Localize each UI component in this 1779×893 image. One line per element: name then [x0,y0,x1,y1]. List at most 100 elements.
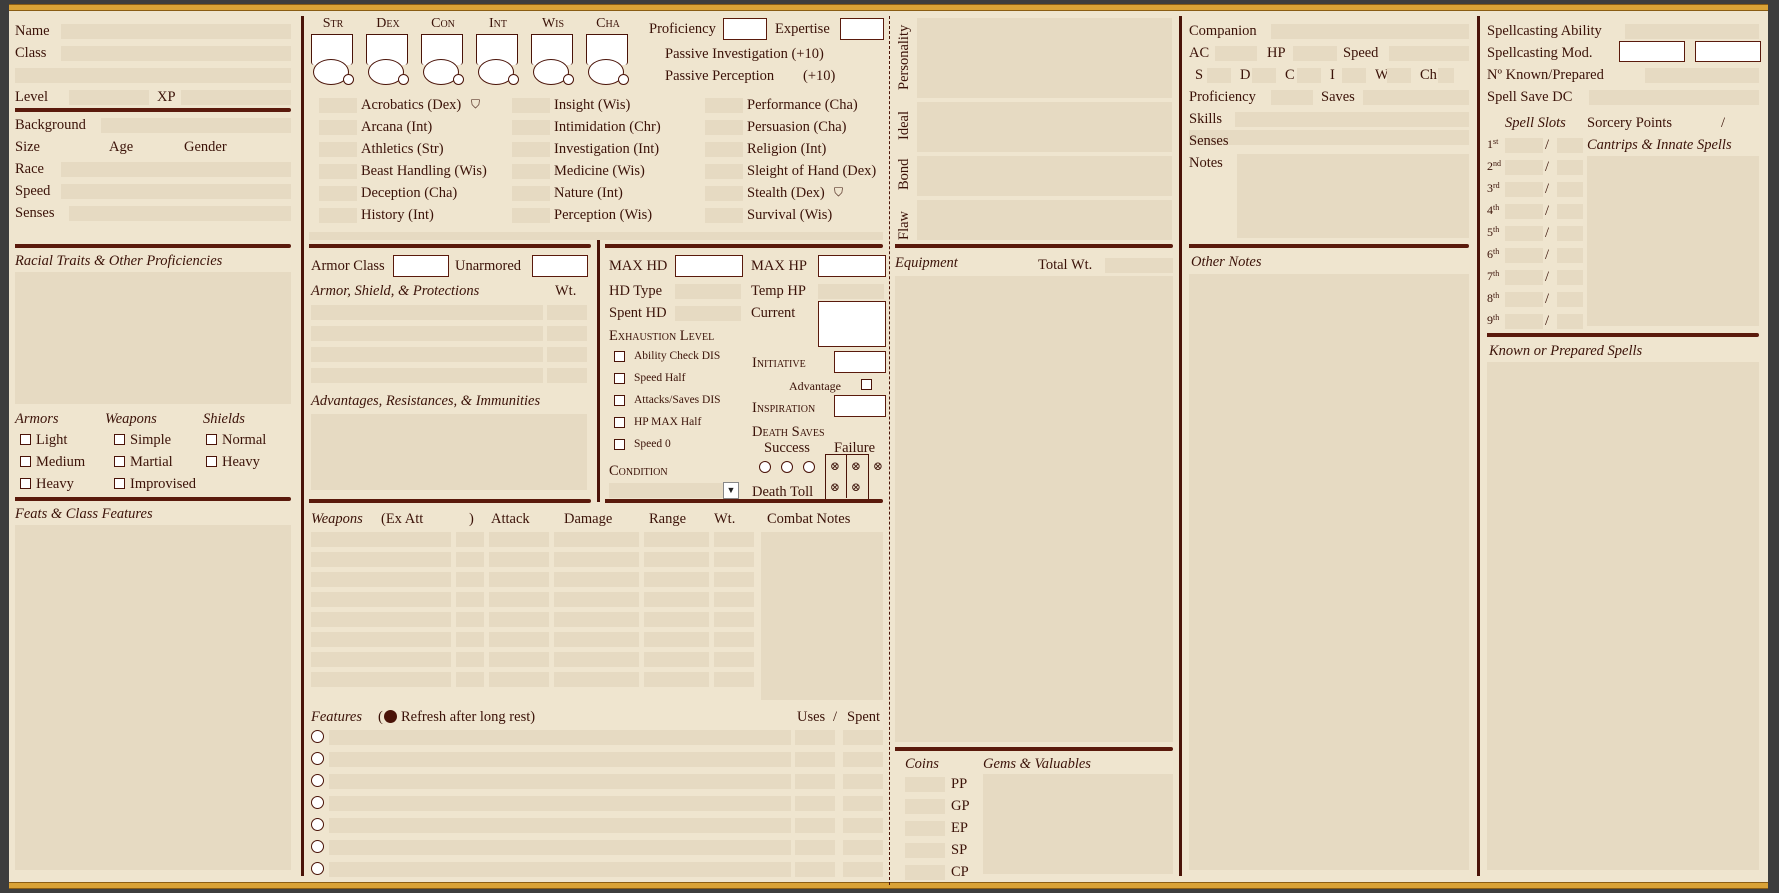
weapon-ex-att-field[interactable] [456,632,484,647]
weapon-damage-field[interactable] [554,592,639,607]
feature-spent-field[interactable] [843,774,883,789]
weapon-range-field[interactable] [644,652,709,667]
coin-field[interactable] [905,799,945,814]
feats-area[interactable] [15,525,291,870]
companion-stat-field[interactable] [1207,68,1231,83]
weapon-damage-field[interactable] [554,572,639,587]
skill-bonus-field[interactable] [319,142,357,157]
armor-light-checkbox[interactable] [20,434,31,445]
weapon-name-field[interactable] [311,552,451,567]
weapon-ex-att-field[interactable] [456,592,484,607]
feature-refresh-circle[interactable] [311,796,324,809]
weapon-damage-field[interactable] [554,652,639,667]
proficiency-input[interactable] [723,18,767,40]
weapon-damage-field[interactable] [554,632,639,647]
spell-slot-total[interactable] [1505,138,1543,153]
temp-hp-field[interactable] [818,284,884,299]
companion-skills-field[interactable] [1235,112,1469,127]
companion-stat-field[interactable] [1342,68,1366,83]
skill-bonus-field[interactable] [512,120,550,135]
weapon-wt-field[interactable] [714,672,754,687]
coin-field[interactable] [905,777,945,792]
feature-name-field[interactable] [329,730,791,745]
flaw-field[interactable] [917,200,1172,240]
feature-name-field[interactable] [329,752,791,767]
spellcasting-ability-field[interactable] [1625,24,1759,39]
ability-mod-circle[interactable] [563,74,574,85]
feature-spent-field[interactable] [843,840,883,855]
weapon-ex-att-field[interactable] [456,552,484,567]
advantages-area[interactable] [311,414,587,490]
race-field[interactable] [61,162,291,177]
spell-slot-total[interactable] [1505,248,1543,263]
skill-bonus-field[interactable] [705,164,743,179]
skill-bonus-field[interactable] [512,98,550,113]
weapon-wt-field[interactable] [714,592,754,607]
other-notes-area[interactable] [1189,274,1469,870]
weapon-attack-field[interactable] [489,532,549,547]
protection-wt[interactable] [547,368,587,383]
weapon-name-field[interactable] [311,672,451,687]
max-hd-input[interactable] [675,255,743,277]
weapon-attack-field[interactable] [489,632,549,647]
speed-field[interactable] [61,184,291,199]
weapon-wt-field[interactable] [714,652,754,667]
current-hp-input[interactable] [818,301,886,347]
death-toll-2[interactable]: ⊗ [850,481,862,493]
spell-save-dc-field[interactable] [1589,90,1759,105]
exhaustion-checkbox[interactable] [614,351,625,362]
weapon-ex-att-field[interactable] [456,532,484,547]
class-field-2[interactable] [15,68,291,83]
skill-bonus-field[interactable] [705,208,743,223]
coin-field[interactable] [905,865,945,880]
feature-name-field[interactable] [329,862,791,877]
weapon-name-field[interactable] [311,612,451,627]
background-field[interactable] [101,118,291,133]
spell-slot-spent[interactable] [1557,270,1583,285]
spell-slot-total[interactable] [1505,182,1543,197]
death-failure-2[interactable]: ⊗ [850,460,862,472]
shield-heavy-checkbox[interactable] [206,456,217,467]
companion-stat-field[interactable] [1438,68,1454,83]
feature-refresh-circle[interactable] [311,862,324,875]
unarmored-input[interactable] [532,255,588,277]
feature-spent-field[interactable] [843,752,883,767]
weapon-attack-field[interactable] [489,672,549,687]
ability-mod-circle[interactable] [508,74,519,85]
feature-refresh-circle[interactable] [311,840,324,853]
spell-slot-total[interactable] [1505,204,1543,219]
protection-row[interactable] [311,326,543,341]
skill-bonus-field[interactable] [512,186,550,201]
feature-name-field[interactable] [329,796,791,811]
weapon-range-field[interactable] [644,612,709,627]
weapon-wt-field[interactable] [714,552,754,567]
weapon-ex-att-field[interactable] [456,612,484,627]
weapon-name-field[interactable] [311,532,451,547]
skill-bonus-field[interactable] [705,120,743,135]
advantage-checkbox[interactable] [861,379,872,390]
protection-row[interactable] [311,305,543,320]
weapon-simple-checkbox[interactable] [114,434,125,445]
coin-field[interactable] [905,821,945,836]
class-field[interactable] [61,46,291,61]
death-toll-1[interactable]: ⊗ [829,481,841,493]
exhaustion-checkbox[interactable] [614,439,625,450]
feature-uses-field[interactable] [795,818,835,833]
death-success-3[interactable] [803,461,815,473]
companion-skills-field-2[interactable] [1189,130,1469,145]
shield-normal-checkbox[interactable] [206,434,217,445]
companion-ac-field[interactable] [1215,46,1257,61]
companion-stat-field[interactable] [1252,68,1276,83]
feature-uses-field[interactable] [795,730,835,745]
feature-uses-field[interactable] [795,840,835,855]
cantrips-area[interactable] [1587,156,1759,326]
skill-bonus-field[interactable] [705,186,743,201]
ability-mod-circle[interactable] [618,74,629,85]
spell-slot-spent[interactable] [1557,226,1583,241]
gems-area[interactable] [983,774,1173,874]
feature-name-field[interactable] [329,818,791,833]
weapon-name-field[interactable] [311,632,451,647]
spell-slot-spent[interactable] [1557,204,1583,219]
feature-uses-field[interactable] [795,796,835,811]
companion-hp-field[interactable] [1293,46,1337,61]
